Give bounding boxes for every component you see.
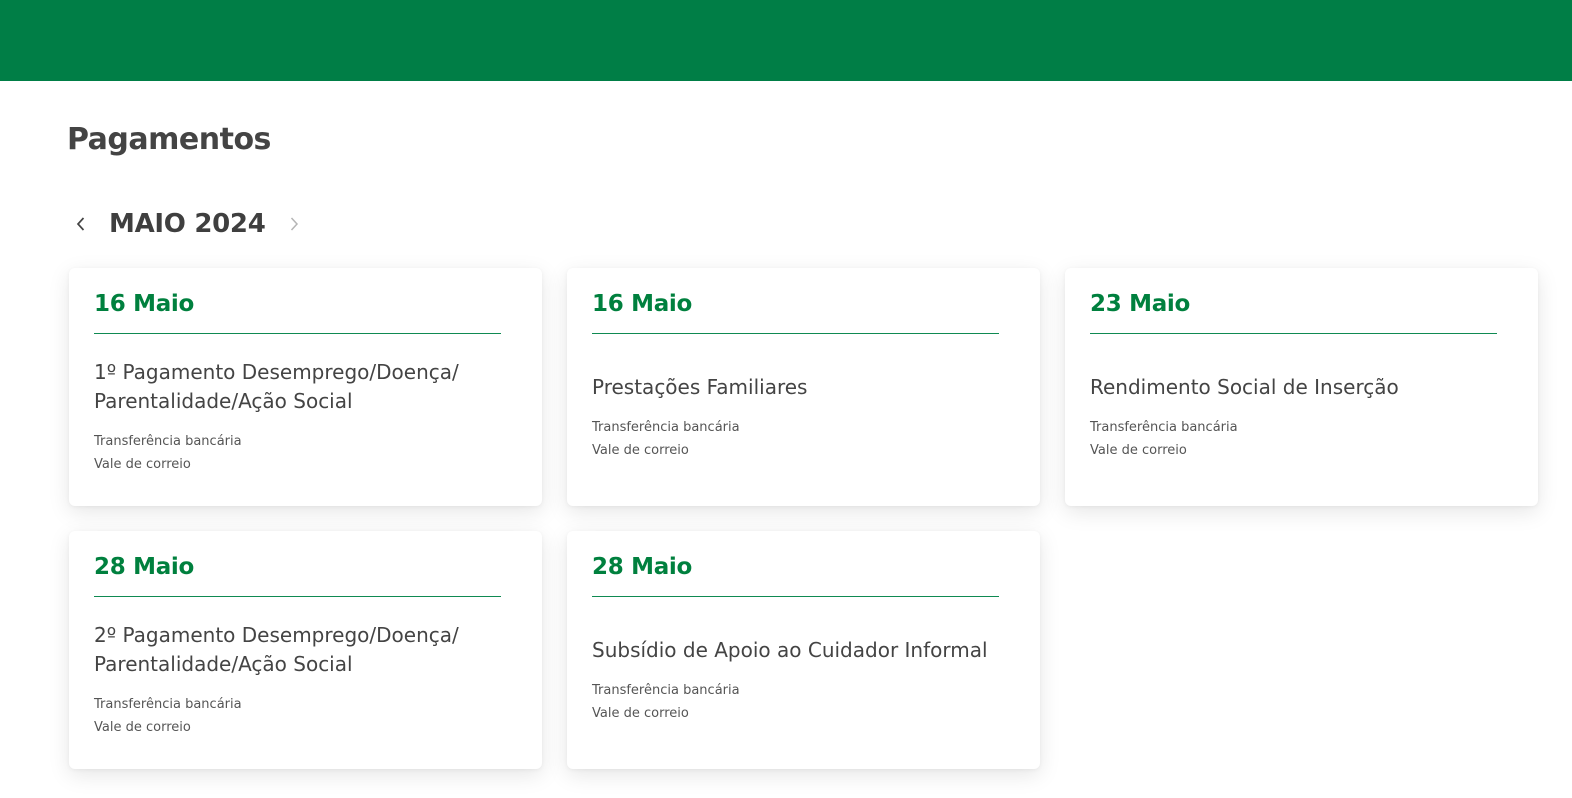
payment-method: Transferência bancária bbox=[94, 697, 242, 712]
payment-date: 16 Maio bbox=[94, 268, 501, 334]
payment-title-line: Subsídio de Apoio ao Cuidador Informal bbox=[592, 637, 988, 662]
payment-method: Vale de correio bbox=[94, 720, 191, 735]
payment-method: Transferência bancária bbox=[592, 419, 740, 435]
next-month-button[interactable] bbox=[283, 204, 305, 244]
payment-title-line: 1º Pagamento Desemprego/Doença/ bbox=[94, 360, 459, 384]
payment-method: Vale de correio bbox=[1090, 442, 1187, 458]
top-header-bar bbox=[0, 0, 1572, 81]
card-body: Rendimento Social de Inserção Transferên… bbox=[1090, 334, 1497, 504]
payment-card[interactable]: 28 Maio Subsídio de Apoio ao Cuidador In… bbox=[567, 531, 1040, 769]
current-month-label: MAIO 2024 bbox=[109, 209, 266, 239]
payment-card[interactable]: 16 Maio 1º Pagamento Desemprego/Doença/ … bbox=[69, 268, 542, 506]
payment-method: Transferência bancária bbox=[94, 434, 242, 449]
previous-month-button[interactable] bbox=[70, 204, 92, 244]
payment-method: Vale de correio bbox=[592, 705, 689, 721]
payment-date: 28 Maio bbox=[94, 531, 501, 597]
payment-date: 23 Maio bbox=[1090, 268, 1497, 334]
payment-card[interactable]: 28 Maio 2º Pagamento Desemprego/Doença/ … bbox=[69, 531, 542, 769]
card-body: Prestações Familiares Transferência banc… bbox=[592, 334, 999, 504]
month-navigation: MAIO 2024 bbox=[70, 204, 305, 244]
payment-title-line: 2º Pagamento Desemprego/Doença/ bbox=[94, 623, 459, 647]
payment-title-line: Prestações Familiares bbox=[592, 374, 808, 399]
payment-title: 2º Pagamento Desemprego/Doença/ Parental… bbox=[94, 621, 501, 679]
card-body: 2º Pagamento Desemprego/Doença/ Parental… bbox=[94, 597, 501, 767]
card-body: Subsídio de Apoio ao Cuidador Informal T… bbox=[592, 597, 999, 767]
card-body: 1º Pagamento Desemprego/Doença/ Parental… bbox=[94, 334, 501, 504]
chevron-left-icon bbox=[76, 216, 86, 232]
payment-title: Subsídio de Apoio ao Cuidador Informal bbox=[592, 636, 999, 665]
payment-method: Transferência bancária bbox=[592, 682, 740, 698]
payment-title: 1º Pagamento Desemprego/Doença/ Parental… bbox=[94, 358, 501, 416]
payment-method: Vale de correio bbox=[592, 442, 689, 458]
payment-card[interactable]: 23 Maio Rendimento Social de Inserção Tr… bbox=[1065, 268, 1538, 506]
payment-title: Prestações Familiares bbox=[592, 373, 999, 402]
payment-title-line: Rendimento Social de Inserção bbox=[1090, 374, 1399, 399]
page-title: Pagamentos bbox=[67, 122, 271, 157]
payment-date: 28 Maio bbox=[592, 531, 999, 597]
payment-date: 16 Maio bbox=[592, 268, 999, 334]
chevron-right-icon bbox=[289, 216, 299, 232]
payment-card[interactable]: 16 Maio Prestações Familiares Transferên… bbox=[567, 268, 1040, 506]
payment-title: Rendimento Social de Inserção bbox=[1090, 373, 1497, 402]
payment-method: Vale de correio bbox=[94, 457, 191, 472]
payment-cards-grid: 16 Maio 1º Pagamento Desemprego/Doença/ … bbox=[69, 268, 1538, 769]
payment-method: Transferência bancária bbox=[1090, 419, 1238, 435]
payment-title-line: Parentalidade/Ação Social bbox=[94, 389, 353, 413]
payment-title-line: Parentalidade/Ação Social bbox=[94, 652, 353, 676]
